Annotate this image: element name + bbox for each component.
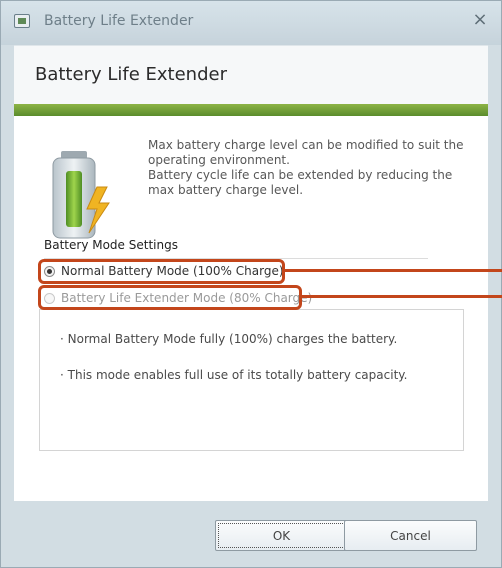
battery-lightning-icon: [52, 151, 110, 239]
info-bullet: · This mode enables full use of its tota…: [60, 368, 408, 382]
normal-mode-callout-line: [285, 269, 502, 272]
section-title: Battery Mode Settings: [44, 238, 178, 252]
description-line-2: Battery cycle life can be extended by re…: [148, 168, 453, 197]
normal-mode-callout: [38, 259, 285, 284]
header-accent-band: [14, 104, 488, 116]
close-button[interactable]: ×: [469, 9, 491, 31]
cancel-button[interactable]: Cancel: [344, 520, 477, 551]
description-line-1: Max battery charge level can be modified…: [148, 138, 464, 167]
window-title: Battery Life Extender: [44, 13, 194, 29]
title-bar: Battery Life Extender ×: [1, 1, 501, 45]
dialog-header: Battery Life Extender: [14, 45, 488, 105]
battery-app-icon: [14, 14, 30, 28]
page-title: Battery Life Extender: [35, 64, 227, 85]
info-bullet: · Normal Battery Mode fully (100%) charg…: [60, 332, 398, 346]
battery-life-extender-window: Battery Life Extender × Battery Life Ext…: [0, 0, 502, 568]
extender-mode-callout: [38, 285, 302, 310]
extender-mode-callout-line: [302, 295, 502, 298]
description-text: Max battery charge level can be modified…: [148, 138, 468, 198]
ok-button[interactable]: OK: [215, 520, 348, 551]
mode-info-box: · Normal Battery Mode fully (100%) charg…: [39, 309, 464, 451]
